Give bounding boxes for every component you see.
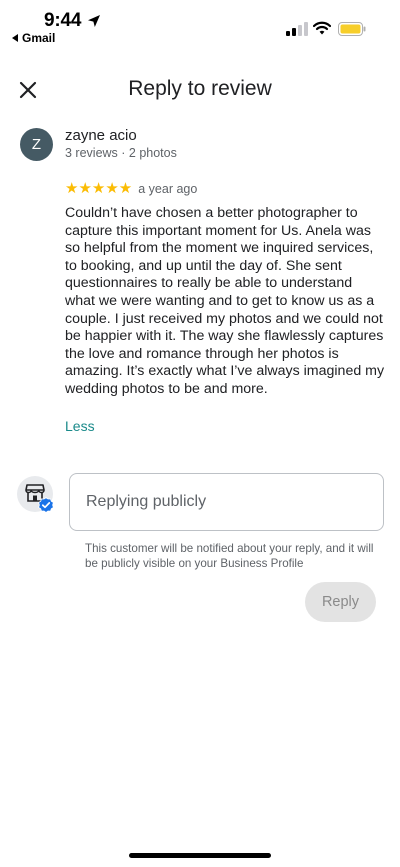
status-time: 9:44 [44,10,82,31]
review-date: a year ago [138,182,198,196]
reply-notice: This customer will be notified about you… [85,542,374,570]
wifi-icon [313,21,331,35]
star-rating-icon: ★★★★★ [65,180,133,197]
reviewer-name[interactable]: zayne acio [65,127,137,144]
location-arrow-icon [88,15,100,27]
reviewer-avatar[interactable]: Z [20,128,53,161]
review-rating: ★★★★★ a year ago [65,181,197,197]
reply-button[interactable]: Reply [305,582,376,622]
review-text: Couldn’t have chosen a better photograph… [65,205,385,397]
back-to-app-link[interactable]: Gmail [12,31,55,45]
page-title: Reply to review [128,77,272,100]
less-link[interactable]: Less [65,418,95,434]
back-triangle-icon [12,34,18,42]
header: Reply to review [0,70,400,110]
home-indicator[interactable] [129,853,271,858]
status-bar: 9:44 Gmail [0,0,400,50]
signal-icon [286,22,308,36]
reply-input[interactable] [69,473,384,531]
back-app-label: Gmail [22,31,56,45]
battery-icon [338,22,366,36]
verified-badge-icon [38,497,54,513]
reviewer-meta: 3 reviews · 2 photos [65,146,177,160]
